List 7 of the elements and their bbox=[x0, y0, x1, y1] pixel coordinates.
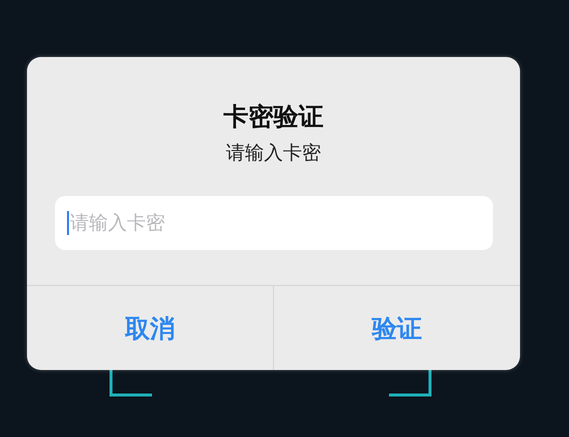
input-field[interactable]: 请输入卡密 bbox=[55, 196, 493, 250]
dialog-button[interactable]: 取消 bbox=[27, 286, 273, 370]
frame-corner-icon bbox=[109, 370, 152, 397]
dialog-title: 卡密验证 bbox=[224, 101, 324, 133]
dialog-message: 请输入卡密 bbox=[226, 141, 321, 165]
dialog-button[interactable]: 验证 bbox=[273, 286, 520, 370]
frame-corner-icon bbox=[389, 370, 432, 397]
